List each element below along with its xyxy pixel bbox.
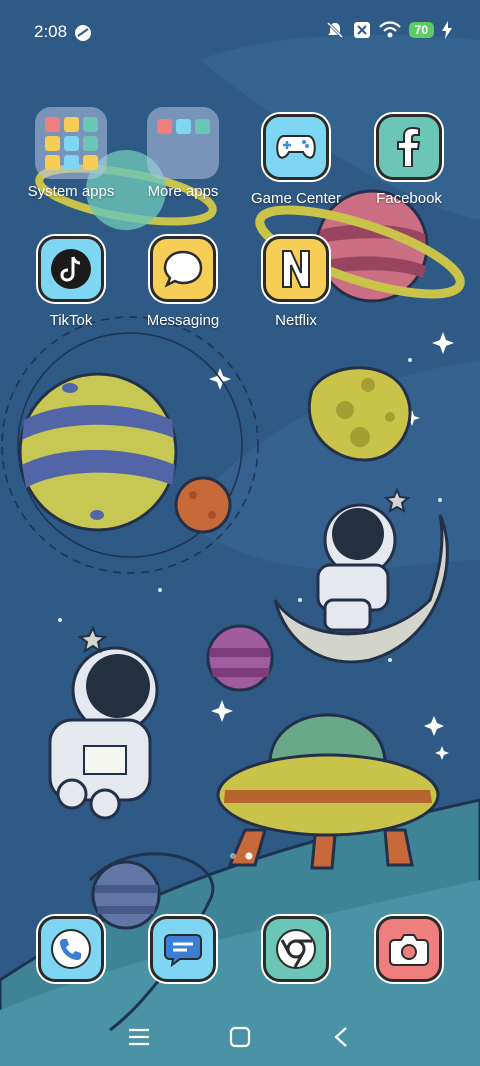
app-tiktok[interactable]: TikTok [19,236,123,329]
dock-chrome[interactable] [244,916,348,982]
dock-camera[interactable] [357,916,461,982]
app-label: TikTok [49,312,93,329]
recents-button[interactable] [124,1022,154,1052]
wifi-icon [378,21,401,38]
clock: 2:08 [34,22,68,41]
chrome-icon [263,916,329,982]
gamepad-icon [263,114,329,180]
menu-icon [129,1028,149,1046]
app-game-center[interactable]: Game Center [244,114,348,207]
square-icon [229,1026,251,1048]
status-bar: 2:08 70 [0,0,480,62]
folder-icon [147,107,219,179]
back-button[interactable] [326,1022,356,1052]
phone-icon [38,916,104,982]
battery-icon: 70 [408,22,434,38]
app-messaging[interactable]: Messaging [131,236,235,329]
message-bubble-icon [150,236,216,302]
charging-icon [442,21,452,39]
home-screen: 2:08 70 System apps More apps Game Cente… [0,0,480,1066]
app-netflix[interactable]: Netflix [244,236,348,329]
folder-more-apps[interactable]: More apps [131,107,235,200]
app-label: Netflix [275,312,317,329]
home-button[interactable] [225,1022,255,1052]
app-label: Facebook [376,190,442,207]
x-icon [353,22,370,38]
app-label: System apps [27,183,115,200]
folder-icon [35,107,107,179]
chat-icon [150,916,216,982]
app-label: Game Center [250,190,342,207]
back-icon [334,1027,347,1047]
mute-icon [326,21,343,39]
app-label: More apps [147,183,219,200]
status-icons: 70 [325,20,452,40]
tiktok-icon [38,236,104,302]
facebook-icon [376,114,442,180]
camera-icon [376,916,442,982]
dock-messages[interactable] [131,916,235,982]
app-facebook[interactable]: Facebook [357,114,461,207]
navigation-bar [0,1010,480,1066]
vpn-icon [75,25,91,41]
folder-system-apps[interactable]: System apps [19,107,123,200]
app-label: Messaging [146,312,220,329]
page-indicator [230,852,253,860]
dock-phone[interactable] [19,916,123,982]
netflix-icon [263,236,329,302]
